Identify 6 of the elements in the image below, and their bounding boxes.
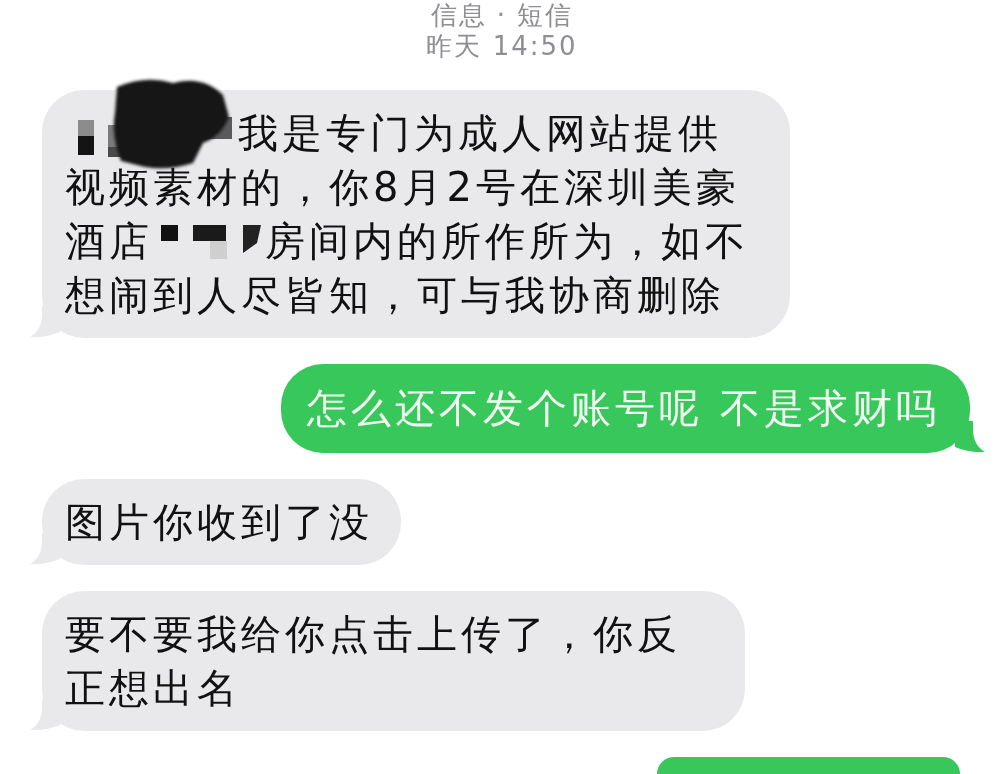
- timestamp: 昨天 14:50: [426, 31, 578, 62]
- message-text: 要不要我给你点击上传了，你反正想出名: [65, 610, 682, 713]
- conversation-title: 信息 · 短信: [430, 0, 574, 31]
- message-text: 我是专门为成人网站提供视频素材的，你8月2号在深圳美豪酒店 房间内的所作所为，如不想闹到人尽皆知，可与我协商删除: [65, 106, 762, 322]
- message-text: 怎么还不发个账号呢 不是求财吗: [307, 384, 940, 433]
- message-text: 图片你收到了没: [65, 498, 373, 547]
